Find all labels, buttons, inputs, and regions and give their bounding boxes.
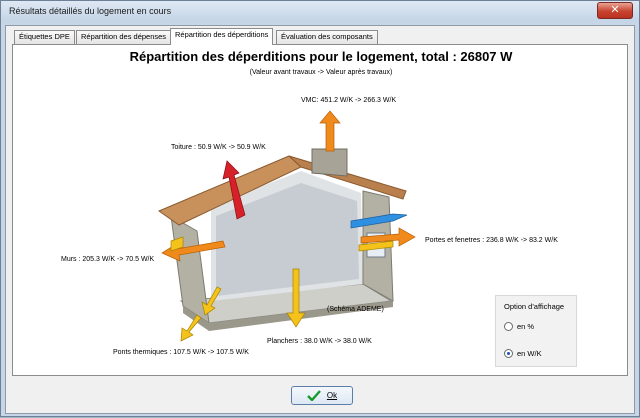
label-portes-fenetres: Portes et fenetres : 236.8 W/K -> 83.2 W… (425, 237, 558, 244)
arrow-vmc (319, 110, 341, 152)
checkmark-icon (307, 390, 321, 401)
label-planchers: Planchers : 38.0 W/K -> 38.0 W/K (267, 338, 372, 345)
tab-label: Répartition des déperditions (175, 30, 269, 39)
label-toiture: Toiture : 50.9 W/K -> 50.9 W/K (171, 144, 266, 151)
radio-percent[interactable] (504, 322, 513, 331)
option-percent[interactable]: en % (504, 322, 534, 331)
ok-button-label: Ok (326, 391, 338, 400)
arrow-ponts-2 (180, 314, 202, 342)
label-vmc: VMC: 451.2 W/K -> 266.3 W/K (301, 97, 397, 104)
option-wk-label: en W/K (517, 349, 542, 358)
house-chimney (311, 148, 348, 177)
option-percent-label: en % (517, 322, 535, 331)
tab-repartition-deperditions[interactable]: Répartition des déperditions (170, 28, 274, 45)
ok-button[interactable]: Ok (291, 386, 353, 405)
results-window: Résultats détaillés du logement en cours… (0, 0, 640, 417)
option-wk[interactable]: en W/K (504, 349, 542, 358)
radio-wk[interactable] (504, 349, 513, 358)
label-ponts-thermiques: Ponts thermiques : 107.5 W/K -> 107.5 W/… (113, 349, 249, 356)
label-murs: Murs : 205.3 W/K -> 70.5 W/K (61, 256, 155, 263)
display-options-title: Option d'affichage (504, 302, 565, 311)
display-options-group: Option d'affichage en % en W/K (495, 295, 577, 367)
label-schema-ademe: (Schéma ADEME) (327, 306, 384, 313)
